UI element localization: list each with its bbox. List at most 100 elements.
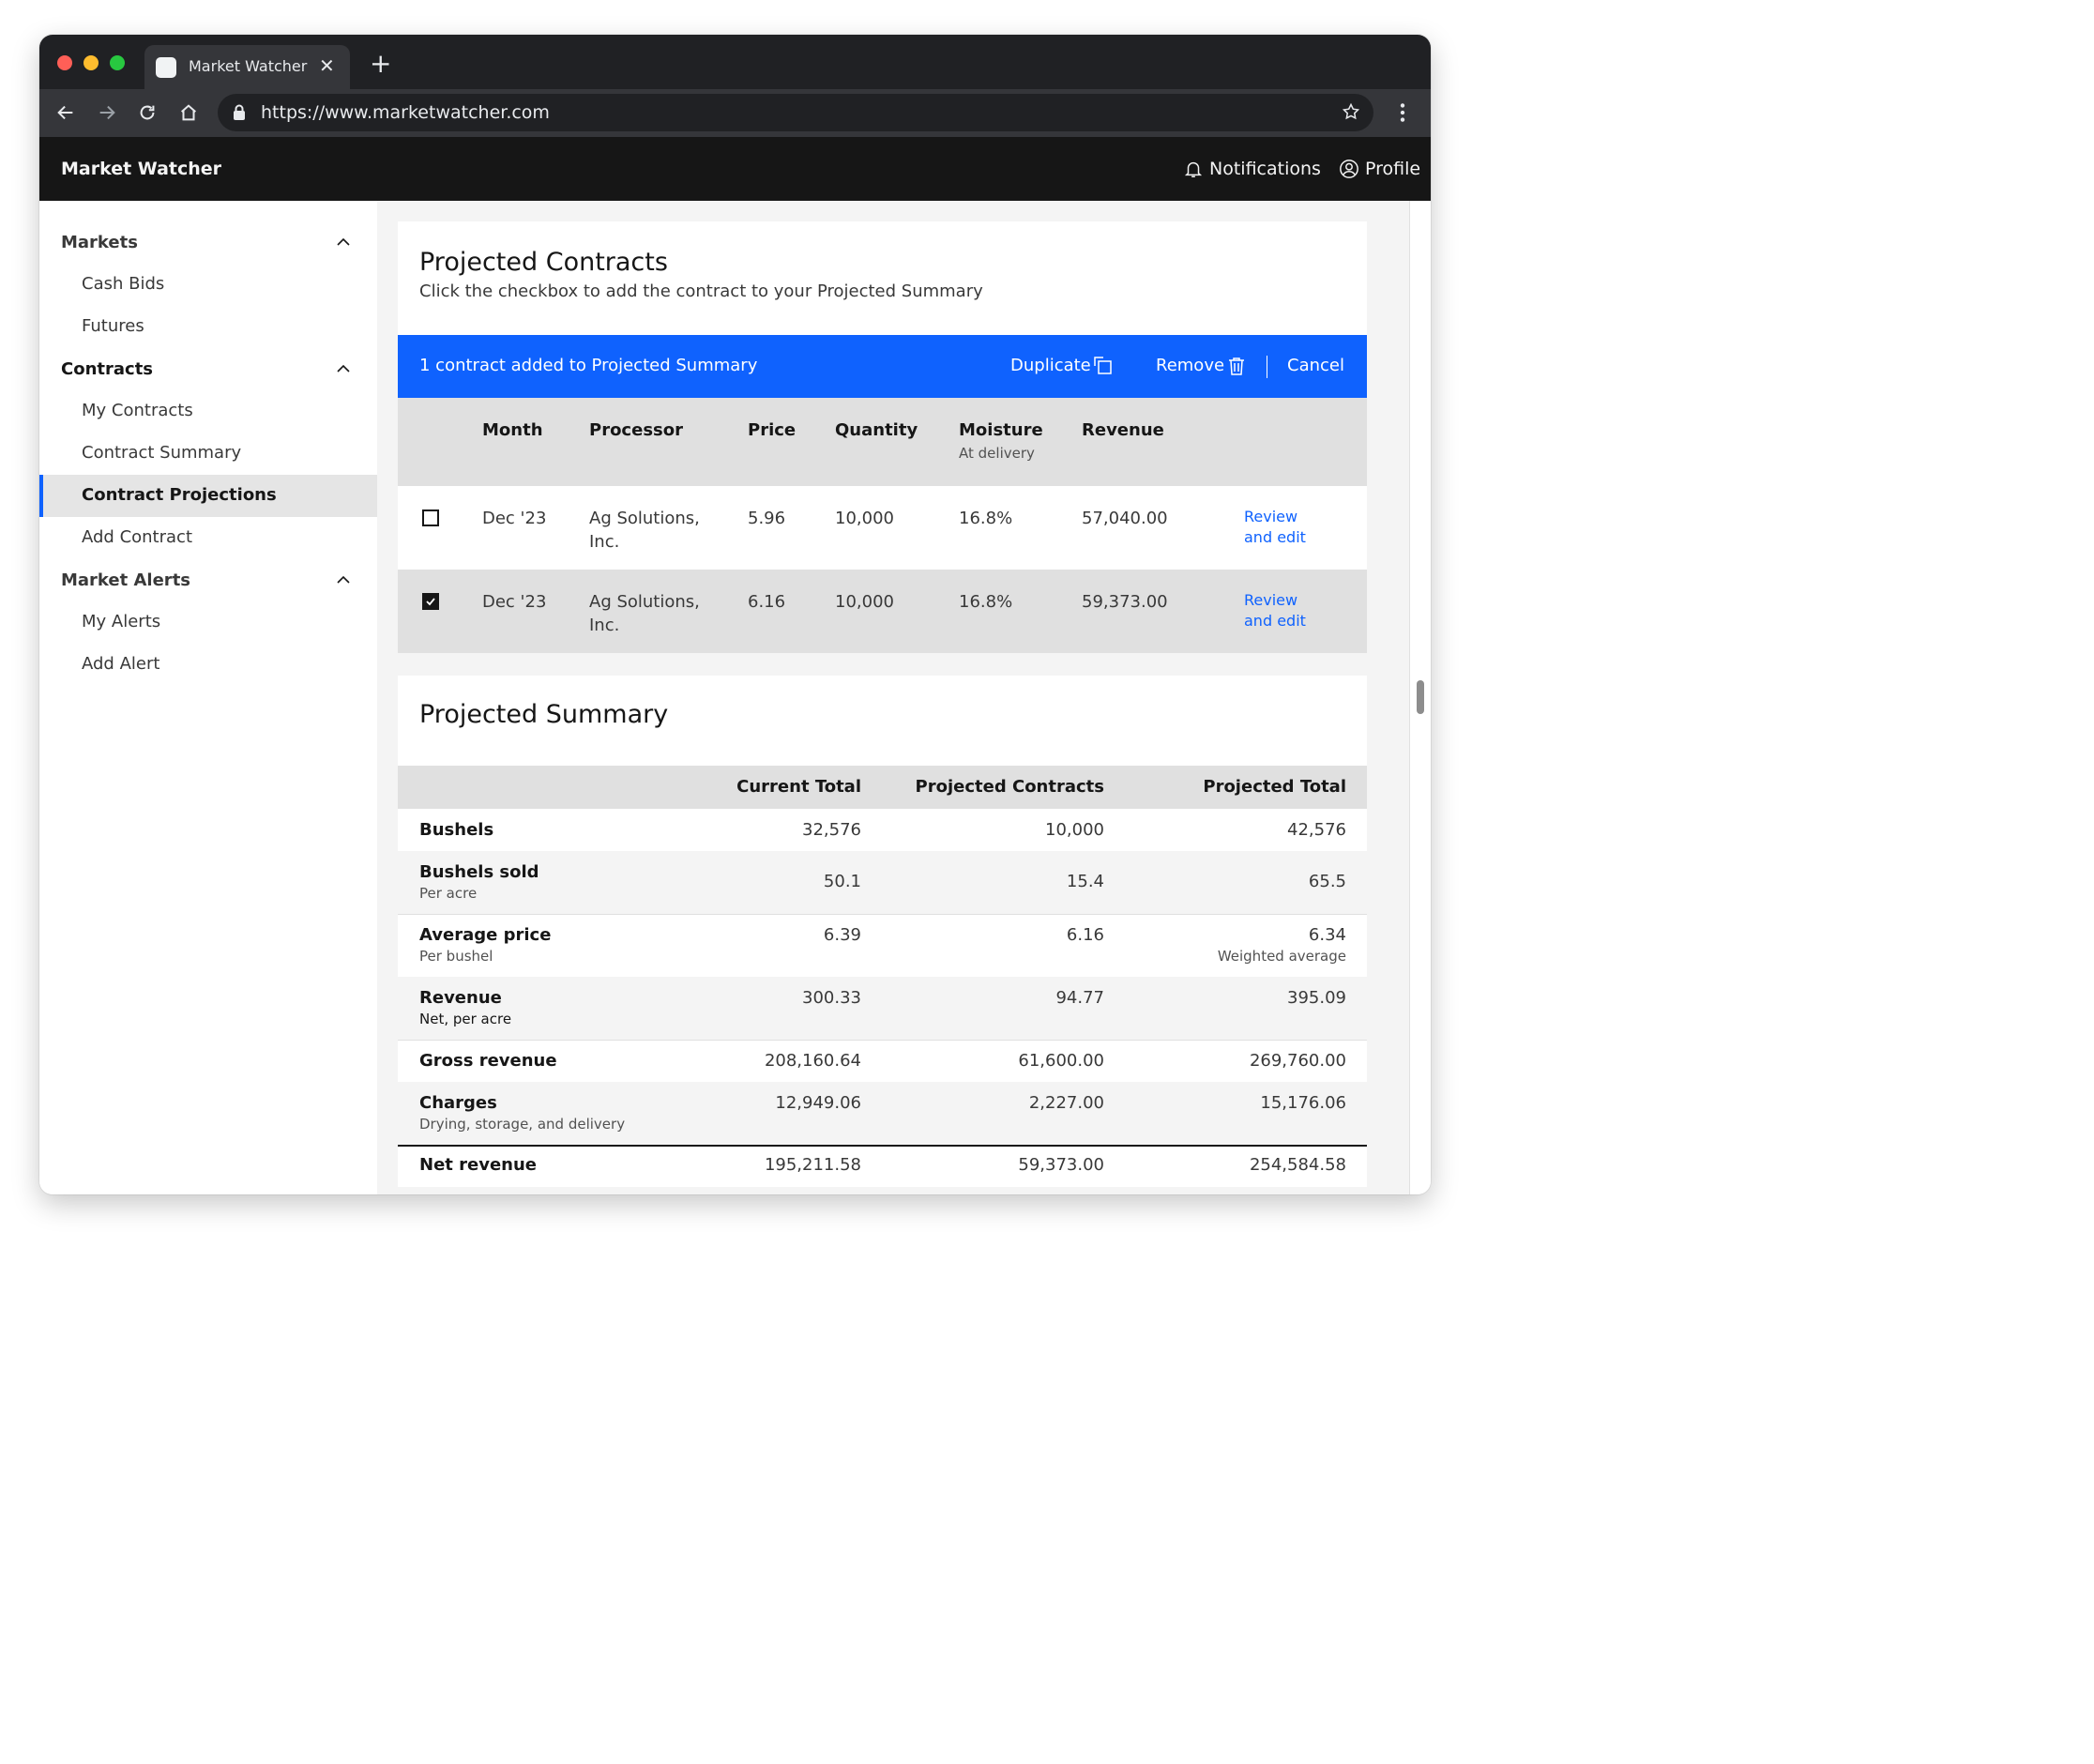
plus-icon[interactable]: + bbox=[370, 51, 391, 77]
column-header-price[interactable]: Price bbox=[748, 420, 796, 440]
batch-action-message: 1 contract added to Projected Summary bbox=[419, 356, 758, 375]
close-icon[interactable]: ✕ bbox=[319, 54, 335, 77]
chevron-up-icon bbox=[337, 575, 350, 584]
reload-icon[interactable] bbox=[133, 99, 161, 127]
sidebar-item-label: Contract Summary bbox=[82, 443, 242, 463]
summary-row-average-price: Average price Per bushel 6.39 6.16 6.34 … bbox=[398, 914, 1367, 978]
current-total-value: 300.33 bbox=[802, 988, 861, 1008]
sidebar-item-label: Add Alert bbox=[82, 654, 160, 674]
projected-total-value: 42,576 bbox=[1287, 820, 1346, 840]
projected-contracts-card: Projected Contracts Click the checkbox t… bbox=[398, 221, 1367, 653]
review-edit-link[interactable]: Review bbox=[1244, 507, 1297, 527]
column-header-revenue[interactable]: Revenue bbox=[1082, 420, 1164, 440]
notifications-button[interactable]: Notifications bbox=[1183, 156, 1321, 182]
chevron-up-icon bbox=[337, 364, 350, 373]
back-arrow-icon[interactable] bbox=[52, 99, 80, 127]
checkmark-icon bbox=[426, 598, 435, 606]
sidebar-item-my-contracts[interactable]: My Contracts bbox=[39, 390, 377, 433]
sidebar-item-add-alert[interactable]: Add Alert bbox=[39, 644, 377, 686]
sidebar-item-futures[interactable]: Futures bbox=[39, 306, 377, 348]
column-header-quantity[interactable]: Quantity bbox=[835, 420, 918, 440]
sidebar-item-contract-summary[interactable]: Contract Summary bbox=[39, 433, 377, 475]
summary-row-sublabel: Per bushel bbox=[419, 948, 493, 965]
cell-processor-line2: Inc. bbox=[589, 616, 620, 635]
projected-total-value: 6.34 bbox=[1308, 925, 1346, 945]
address-bar[interactable]: https://www.marketwatcher.com bbox=[218, 94, 1373, 131]
current-total-value: 6.39 bbox=[823, 925, 861, 945]
sidebar-group-label: Contracts bbox=[61, 359, 154, 379]
projected-contracts-value: 15.4 bbox=[1066, 872, 1104, 891]
sidebar-item-label: My Contracts bbox=[82, 401, 193, 420]
projected-total-note: Weighted average bbox=[1217, 948, 1346, 965]
row-checkbox[interactable] bbox=[422, 509, 439, 526]
cell-processor: Ag Solutions, bbox=[589, 592, 700, 612]
column-header-processor[interactable]: Processor bbox=[589, 420, 683, 440]
duplicate-button[interactable]: Duplicate bbox=[1010, 356, 1113, 375]
summary-row-label: Gross revenue bbox=[419, 1051, 557, 1071]
review-edit-link-line2[interactable]: and edit bbox=[1244, 527, 1306, 548]
maximize-window-button[interactable] bbox=[110, 55, 125, 70]
sidebar-item-my-alerts[interactable]: My Alerts bbox=[39, 601, 377, 644]
column-header-month[interactable]: Month bbox=[482, 420, 543, 440]
summary-row-label: Bushels bbox=[419, 820, 494, 840]
summary-row-label: Average price bbox=[419, 925, 552, 945]
review-edit-link[interactable]: Review bbox=[1244, 590, 1297, 611]
sidebar-item-label: Cash Bids bbox=[82, 274, 165, 294]
table-row-selected: Dec '23 Ag Solutions, Inc. 6.16 10,000 1… bbox=[398, 570, 1367, 653]
column-header-moisture-sub: At delivery bbox=[959, 445, 1035, 462]
summary-row-sublabel: Net, per acre bbox=[419, 1011, 512, 1027]
cell-price: 5.96 bbox=[748, 509, 786, 528]
sidebar-group-label: Market Alerts bbox=[61, 570, 191, 590]
current-total-value: 195,211.58 bbox=[764, 1155, 861, 1175]
sidebar-item-cash-bids[interactable]: Cash Bids bbox=[39, 264, 377, 306]
cell-price: 6.16 bbox=[748, 592, 786, 612]
browser-window: Market Watcher ✕ + https://www.marketwat… bbox=[39, 35, 1431, 1194]
minimize-window-button[interactable] bbox=[83, 55, 99, 70]
trash-icon bbox=[1229, 357, 1245, 375]
review-edit-link-line2[interactable]: and edit bbox=[1244, 611, 1306, 631]
user-avatar-icon bbox=[1340, 160, 1358, 178]
sidebar-item-label: Contract Projections bbox=[82, 485, 277, 505]
cancel-button[interactable]: Cancel bbox=[1287, 356, 1344, 375]
scrollbar-thumb[interactable] bbox=[1417, 680, 1424, 714]
summary-row-label: Charges bbox=[419, 1093, 497, 1113]
summary-row-net-revenue: Net revenue 195,211.58 59,373.00 254,584… bbox=[398, 1145, 1367, 1187]
home-icon[interactable] bbox=[174, 99, 203, 127]
star-icon[interactable] bbox=[1342, 102, 1360, 121]
card-title: Projected Summary bbox=[419, 700, 669, 729]
cell-processor: Ag Solutions, bbox=[589, 509, 700, 528]
projected-contracts-value: 6.16 bbox=[1066, 925, 1104, 945]
close-window-button[interactable] bbox=[57, 55, 72, 70]
sidebar-group-label: Markets bbox=[61, 233, 138, 252]
column-header-moisture[interactable]: Moisture bbox=[959, 420, 1043, 440]
summary-row-bushels-sold: Bushels sold Per acre 50.1 15.4 65.5 bbox=[398, 851, 1367, 915]
bell-icon bbox=[1184, 161, 1203, 177]
card-title: Projected Contracts bbox=[419, 248, 668, 277]
sidebar-item-label: Futures bbox=[82, 316, 144, 336]
sidebar-group-markets[interactable]: Markets bbox=[39, 221, 377, 264]
sidebar-group-market-alerts[interactable]: Market Alerts bbox=[39, 559, 377, 601]
summary-row-sublabel: Drying, storage, and delivery bbox=[419, 1116, 626, 1133]
current-total-value: 12,949.06 bbox=[775, 1093, 861, 1113]
table-header: Month Processor Price Quantity Moisture … bbox=[398, 398, 1367, 486]
forward-arrow-icon[interactable] bbox=[93, 99, 121, 127]
cell-revenue: 57,040.00 bbox=[1082, 509, 1168, 528]
sidebar-item-contract-projections[interactable]: Contract Projections bbox=[39, 475, 377, 517]
sidebar-item-label: My Alerts bbox=[82, 612, 161, 631]
sidebar-group-contracts[interactable]: Contracts bbox=[39, 348, 377, 390]
cell-quantity: 10,000 bbox=[835, 592, 894, 612]
kebab-menu-icon[interactable] bbox=[1390, 100, 1415, 125]
browser-tab[interactable]: Market Watcher ✕ bbox=[144, 45, 350, 89]
remove-button[interactable]: Remove bbox=[1156, 356, 1246, 375]
summary-row-sublabel: Per acre bbox=[419, 885, 478, 902]
row-checkbox-checked[interactable] bbox=[422, 593, 439, 610]
summary-table-header: Current Total Projected Contracts Projec… bbox=[398, 766, 1367, 809]
current-total-value: 208,160.64 bbox=[764, 1051, 861, 1071]
sidebar-item-add-contract[interactable]: Add Contract bbox=[39, 517, 377, 559]
summary-row-revenue: Revenue Net, per acre 300.33 94.77 395.0… bbox=[398, 977, 1367, 1041]
profile-button[interactable]: Profile bbox=[1339, 156, 1420, 182]
cell-month: Dec '23 bbox=[482, 592, 547, 612]
summary-row-label: Net revenue bbox=[419, 1155, 538, 1175]
browser-tab-bar: Market Watcher ✕ + bbox=[39, 35, 1431, 89]
projected-contracts-value: 94.77 bbox=[1055, 988, 1104, 1008]
